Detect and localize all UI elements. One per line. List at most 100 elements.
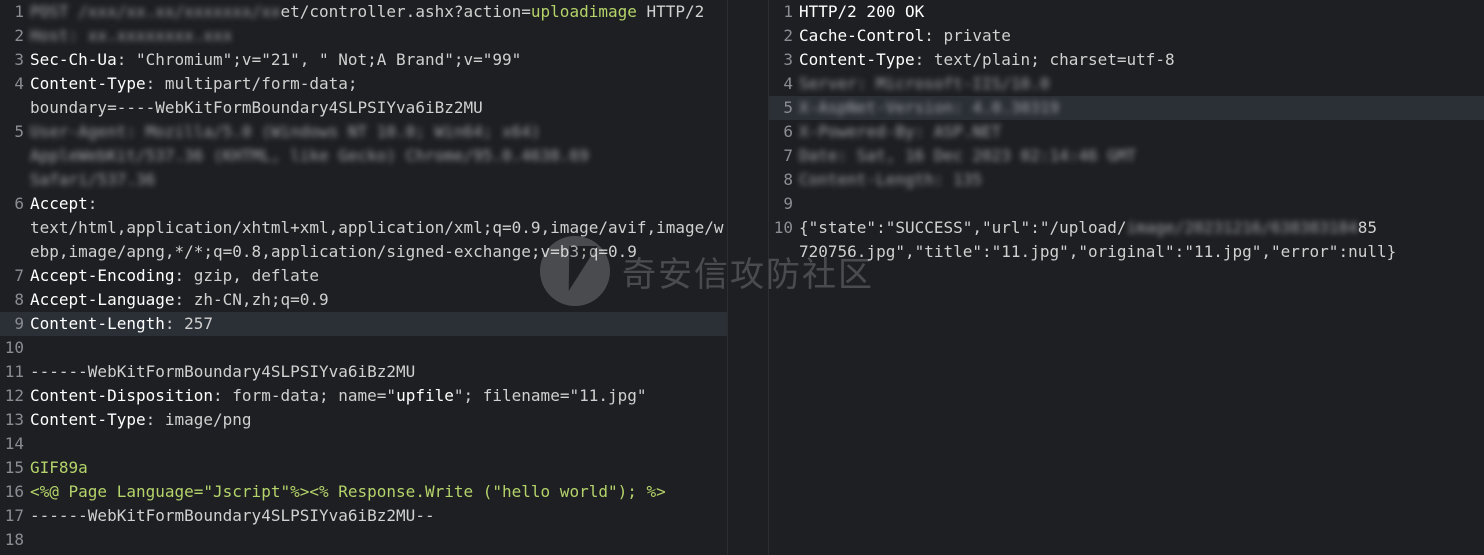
line-content[interactable]: Content-Disposition: form-data; name="up… (30, 384, 727, 408)
line-content[interactable] (799, 192, 1484, 216)
line-content[interactable]: Accept: text/html,application/xhtml+xml,… (30, 192, 727, 264)
line-content[interactable]: Date: Sat, 16 Dec 2023 02:14:46 GMT (799, 144, 1484, 168)
request-line[interactable]: 4 Content-Type: multipart/form-data; boun… (0, 72, 727, 120)
line-content[interactable]: X-AspNet-Version: 4.0.30319 (799, 96, 1484, 120)
redacted-text: Host: xx.xxxxxxxx.xxx (30, 26, 233, 45)
redacted-text: Date: Sat, 16 Dec 2023 02:14:46 GMT (799, 146, 1137, 165)
request-line[interactable]: 5 User-Agent: Mozilla/5.0 (Windows NT 10.… (0, 120, 727, 192)
redacted-text: POST /xxx/xx.xx/xxxxxxx/xx (30, 2, 281, 21)
pane-divider[interactable] (727, 0, 769, 555)
request-line[interactable]: 16 <%@ Page Language="Jscript"%><% Respon… (0, 480, 727, 504)
code-token: HTTP/2 (636, 2, 705, 21)
code-token: upfile (396, 386, 454, 405)
code-token: Accept (30, 194, 88, 213)
line-content[interactable]: Content-Length: 257 (30, 312, 727, 336)
request-line[interactable]: 12 Content-Disposition: form-data; name="… (0, 384, 727, 408)
line-content[interactable]: Cache-Control: private (799, 24, 1484, 48)
line-content[interactable]: Host: xx.xxxxxxxx.xxx (30, 24, 727, 48)
line-content[interactable]: Accept-Encoding: gzip, deflate (30, 264, 727, 288)
line-number: 10 (773, 218, 793, 237)
line-content[interactable]: ------WebKitFormBoundary4SLPSIYva6iBz2MU… (30, 504, 727, 528)
response-line[interactable]: 4 Server: Microsoft-IIS/10.0 (769, 72, 1484, 96)
request-line[interactable]: 10 (0, 336, 727, 360)
redacted-text: X-Powered-By: ASP.NET (799, 122, 1002, 141)
redacted-text: User-Agent: Mozilla/5.0 (Windows NT 10.0… (30, 122, 589, 189)
request-line[interactable]: 18 (0, 528, 727, 552)
request-line[interactable]: 2 Host: xx.xxxxxxxx.xxx (0, 24, 727, 48)
response-line[interactable]: 5 X-AspNet-Version: 4.0.30319 (769, 96, 1484, 120)
line-content[interactable]: Sec-Ch-Ua: "Chromium";v="21", " Not;A Br… (30, 48, 727, 72)
request-line[interactable]: 1 POST /xxx/xx.xx/xxxxxxx/xxet/controller… (0, 0, 727, 24)
code-token: Accept-Language (30, 290, 175, 309)
line-number: 8 (14, 290, 24, 309)
line-number: 10 (4, 338, 24, 357)
redacted-text: image/20231216/638383184 (1126, 218, 1358, 237)
response-line[interactable]: 10 {"state":"SUCCESS","url":"/upload/imag… (769, 216, 1484, 264)
response-line[interactable]: 1 HTTP/2 200 OK (769, 0, 1484, 24)
request-line[interactable]: 7 Accept-Encoding: gzip, deflate (0, 264, 727, 288)
line-content[interactable]: Content-Type: image/png (30, 408, 727, 432)
line-content[interactable]: User-Agent: Mozilla/5.0 (Windows NT 10.0… (30, 120, 727, 192)
line-content[interactable]: Content-Type: multipart/form-data; bound… (30, 72, 727, 120)
code-token: Accept-Encoding (30, 266, 175, 285)
line-content[interactable] (30, 432, 727, 456)
line-content[interactable]: Accept-Language: zh-CN,zh;q=0.9 (30, 288, 727, 312)
code-token: : form-data; name=" (213, 386, 397, 405)
redacted-text: Content-Length: 135 (799, 170, 983, 189)
request-line[interactable]: 13 Content-Type: image/png (0, 408, 727, 432)
response-line[interactable]: 7 Date: Sat, 16 Dec 2023 02:14:46 GMT (769, 144, 1484, 168)
line-content[interactable]: X-Powered-By: ASP.NET (799, 120, 1484, 144)
line-number: 7 (14, 266, 24, 285)
line-content[interactable]: {"state":"SUCCESS","url":"/upload/image/… (799, 216, 1484, 264)
line-number: 16 (4, 482, 24, 501)
response-line[interactable]: 3 Content-Type: text/plain; charset=utf-8 (769, 48, 1484, 72)
line-content[interactable]: Server: Microsoft-IIS/10.0 (799, 72, 1484, 96)
line-number: 6 (783, 122, 793, 141)
line-number: 2 (783, 26, 793, 45)
code-token: Content-Length (30, 314, 165, 333)
code-token: : gzip, deflate (174, 266, 320, 285)
line-number: 5 (783, 98, 793, 117)
redacted-text: Server: Microsoft-IIS/10.0 (799, 74, 1050, 93)
code-token: Cache-Control (799, 26, 925, 45)
code-token: : private (924, 26, 1011, 45)
request-line[interactable]: 9 Content-Length: 257 (0, 312, 727, 336)
request-line[interactable]: 11 ------WebKitFormBoundary4SLPSIYva6iBz2… (0, 360, 727, 384)
line-number: 1 (783, 2, 793, 21)
response-line[interactable]: 2 Cache-Control: private (769, 24, 1484, 48)
code-token: ------WebKitFormBoundary4SLPSIYva6iBz2MU… (30, 506, 435, 525)
request-line[interactable]: 6 Accept: text/html,application/xhtml+xml… (0, 192, 727, 264)
line-content[interactable]: ------WebKitFormBoundary4SLPSIYva6iBz2MU (30, 360, 727, 384)
line-number: 3 (14, 50, 24, 69)
line-content[interactable] (30, 336, 727, 360)
line-content[interactable]: Content-Length: 135 (799, 168, 1484, 192)
code-token: Content-Type (799, 50, 915, 69)
line-content[interactable]: HTTP/2 200 OK (799, 0, 1484, 24)
line-content[interactable]: <%@ Page Language="Jscript"%><% Response… (30, 480, 727, 504)
line-number: 11 (4, 362, 24, 381)
code-token: : zh-CN,zh;q=0.9 (174, 290, 329, 309)
line-number: 17 (4, 506, 24, 525)
line-content[interactable]: Content-Type: text/plain; charset=utf-8 (799, 48, 1484, 72)
request-line[interactable]: 8 Accept-Language: zh-CN,zh;q=0.9 (0, 288, 727, 312)
line-number: 14 (4, 434, 24, 453)
response-line[interactable]: 6 X-Powered-By: ASP.NET (769, 120, 1484, 144)
code-token: : image/png (145, 410, 252, 429)
line-number: 15 (4, 458, 24, 477)
request-pane[interactable]: 1 POST /xxx/xx.xx/xxxxxxx/xxet/controller… (0, 0, 727, 555)
line-content[interactable] (30, 528, 727, 552)
request-line[interactable]: 14 (0, 432, 727, 456)
request-line[interactable]: 17 ------WebKitFormBoundary4SLPSIYva6iBz2… (0, 504, 727, 528)
code-token: uploadimage (530, 2, 637, 21)
code-token: Sec-Ch-Ua (30, 50, 117, 69)
code-token: GIF89a (30, 458, 88, 477)
response-line[interactable]: 8 Content-Length: 135 (769, 168, 1484, 192)
line-number: 18 (4, 530, 24, 549)
request-line[interactable]: 15 GIF89a (0, 456, 727, 480)
response-pane[interactable]: 1 HTTP/2 200 OK 2 Cache-Control: private 3 Co… (769, 0, 1484, 555)
request-line[interactable]: 3 Sec-Ch-Ua: "Chromium";v="21", " Not;A B… (0, 48, 727, 72)
response-line[interactable]: 9 (769, 192, 1484, 216)
line-content[interactable]: GIF89a (30, 456, 727, 480)
code-token: : text/html,application/xhtml+xml,applic… (30, 194, 724, 261)
line-content[interactable]: POST /xxx/xx.xx/xxxxxxx/xxet/controller.… (30, 0, 727, 24)
